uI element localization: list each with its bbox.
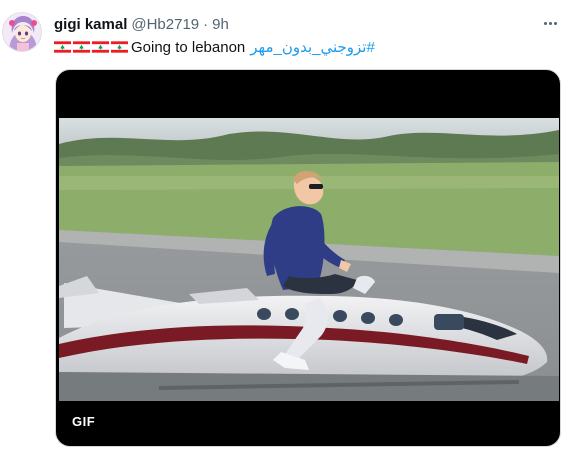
lebanon-flag-icon [73, 41, 90, 53]
more-options-button[interactable] [538, 12, 562, 34]
author-name[interactable]: gigi kamal [54, 16, 127, 33]
gif-frame-image [59, 118, 559, 401]
more-horizontal-icon [543, 21, 557, 25]
flag-emoji-group [54, 41, 130, 53]
anime-avatar-image [3, 13, 41, 51]
hashtag-link[interactable]: #تزوجني_بدون_مهر [250, 38, 375, 56]
gif-badge: GIF [66, 412, 102, 431]
tweet-header: gigi kamal @Hb2719 · 9h [54, 14, 229, 34]
lebanon-flag-icon [92, 41, 109, 53]
author-handle[interactable]: @Hb2719 [131, 16, 199, 33]
lebanon-flag-icon [54, 41, 71, 53]
tweet-time[interactable]: 9h [212, 16, 229, 33]
separator-dot: · [203, 15, 209, 33]
lebanon-flag-icon [111, 41, 128, 53]
tweet-text: Going to lebanon [131, 38, 246, 56]
media-gif[interactable]: GIF [55, 69, 561, 447]
avatar[interactable] [2, 12, 42, 52]
tweet-text-line: Going to lebanon #تزوجني_بدون_مهر [54, 37, 375, 57]
tweet[interactable]: gigi kamal @Hb2719 · 9h Going to lebanon… [0, 0, 566, 456]
